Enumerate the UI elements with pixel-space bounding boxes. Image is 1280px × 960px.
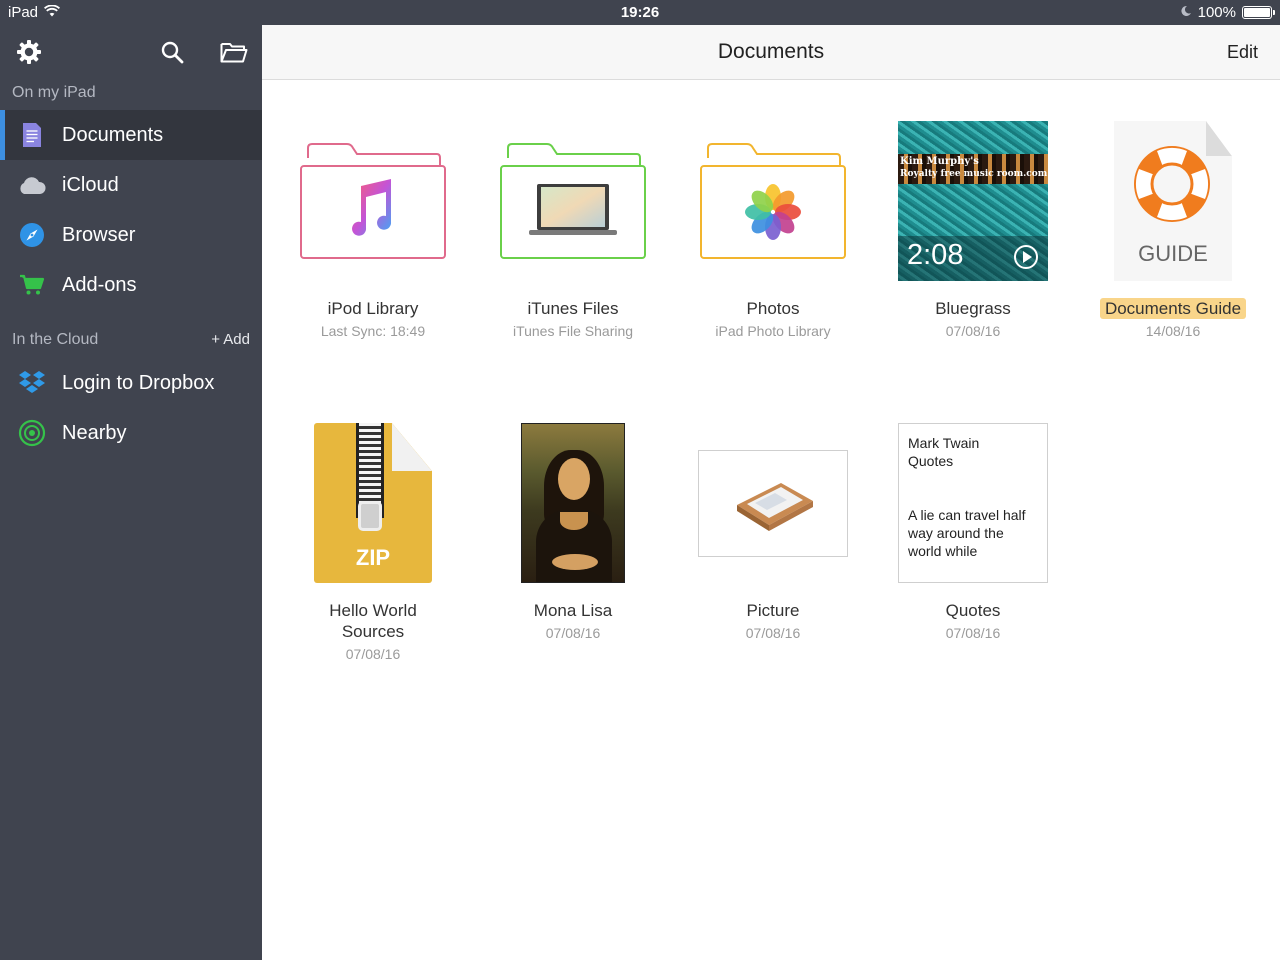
file-name: Bluegrass (935, 299, 1011, 318)
file-subtitle: 07/08/16 (545, 625, 601, 641)
sidebar-item-label: Login to Dropbox (62, 371, 215, 394)
file-name: Picture (746, 601, 800, 620)
battery-percent: 100% (1197, 4, 1236, 21)
status-time: 19:26 (620, 4, 660, 21)
cloud-icon (17, 170, 47, 200)
file-item-picture[interactable]: Picture 07/08/16 (673, 418, 873, 658)
sidebar: On my iPad Documents iCloud Browser Add-… (0, 25, 262, 960)
text-preview: Mark Twain Quotes A lie can travel half … (898, 423, 1048, 583)
text-preview-body: A lie can travel half way around the wor… (908, 507, 1026, 559)
navigation-bar: Documents Edit (262, 25, 1280, 80)
video-banner-line2: Royalty free music room.com (900, 169, 1048, 179)
sidebar-item-dropbox[interactable]: Login to Dropbox (0, 358, 262, 408)
file-item-quotes[interactable]: Mark Twain Quotes A lie can travel half … (873, 418, 1073, 658)
settings-gear-icon[interactable] (14, 37, 44, 67)
mona-lisa-painting (521, 423, 625, 583)
zip-icon: ZIP (273, 418, 473, 588)
file-item-photos[interactable]: Photos iPad Photo Library (673, 116, 873, 356)
play-icon[interactable] (1014, 245, 1038, 269)
file-item-bluegrass[interactable]: Kim Murphy's Royalty free music room.com… (873, 116, 1073, 356)
section-label-local: On my iPad (12, 84, 96, 101)
moon-icon (1180, 4, 1192, 21)
compass-icon (17, 220, 47, 250)
music-folder-icon (273, 116, 473, 286)
sidebar-item-label: Documents (62, 123, 164, 146)
main-content: Documents Edit iPod Library Last Sync: 1… (262, 25, 1280, 960)
text-preview-title: Mark Twain Quotes (908, 435, 980, 469)
zip-document: ZIP (314, 423, 432, 583)
file-subtitle: 14/08/16 (1145, 323, 1201, 339)
guide-doc-icon: GUIDE (1073, 116, 1273, 286)
sidebar-item-label: iCloud (62, 173, 119, 196)
video-thumbnail: Kim Murphy's Royalty free music room.com… (873, 116, 1073, 286)
sidebar-item-label: Add-ons (62, 273, 137, 296)
file-name: Hello World Sources (329, 601, 417, 641)
file-subtitle: 07/08/16 (745, 625, 801, 641)
laptop-folder-icon (473, 116, 673, 286)
edit-button[interactable]: Edit (1227, 42, 1258, 63)
video-preview: Kim Murphy's Royalty free music room.com… (898, 121, 1048, 281)
file-name: Mona Lisa (533, 601, 613, 620)
page-title: Documents (717, 40, 825, 63)
guide-document: GUIDE (1114, 121, 1232, 281)
file-subtitle: 07/08/16 (945, 323, 1001, 339)
file-subtitle: 07/08/16 (345, 646, 401, 662)
file-name: Documents Guide (1073, 298, 1273, 319)
status-right: 100% (1180, 4, 1275, 21)
add-cloud-button[interactable]: + Add (211, 331, 250, 348)
lifebuoy-icon (1134, 146, 1210, 222)
file-item-itunes-files[interactable]: iTunes Files iTunes File Sharing (473, 116, 673, 356)
file-name: Quotes (945, 601, 1001, 620)
zipper-pull (358, 501, 382, 531)
nearby-icon (17, 418, 47, 448)
guide-label: GUIDE (1138, 241, 1208, 266)
cart-icon (17, 270, 47, 300)
file-name: iTunes Files (527, 299, 619, 318)
file-subtitle: iPad Photo Library (715, 323, 831, 339)
text-thumbnail: Mark Twain Quotes A lie can travel half … (873, 418, 1073, 588)
photos-folder-icon (673, 116, 873, 286)
section-label-cloud: In the Cloud (12, 331, 99, 348)
picture-preview (698, 449, 848, 557)
status-bar: iPad 19:26 100% (0, 0, 1280, 25)
photo-tray-icon (737, 482, 813, 531)
sidebar-item-nearby[interactable]: Nearby (0, 408, 262, 458)
sidebar-item-label: Browser (62, 223, 136, 246)
dropbox-icon (17, 368, 47, 398)
file-item-hello-world-sources[interactable]: ZIP Hello World Sources 07/08/16 (273, 418, 473, 678)
sidebar-toolbar (0, 25, 262, 80)
search-icon[interactable] (157, 37, 187, 67)
file-name-text: Documents Guide (1099, 298, 1247, 319)
image-thumbnail (473, 418, 673, 588)
document-icon (17, 120, 47, 150)
picture-thumbnail (673, 418, 873, 588)
file-item-documents-guide[interactable]: GUIDE Documents Guide 14/08/16 (1073, 116, 1273, 356)
sidebar-item-addons[interactable]: Add-ons (0, 260, 262, 310)
sidebar-item-browser[interactable]: Browser (0, 210, 262, 260)
file-subtitle: 07/08/16 (945, 625, 1001, 641)
video-duration: 2:08 (907, 239, 964, 271)
page-fold (392, 423, 432, 471)
painting-hands (552, 554, 598, 570)
sidebar-item-documents[interactable]: Documents (0, 110, 262, 160)
video-banner-line1: Kim Murphy's (900, 156, 979, 167)
zip-label: ZIP (355, 545, 391, 570)
file-subtitle: iTunes File Sharing (512, 323, 634, 339)
painting-face (558, 458, 590, 500)
file-name: Photos (746, 299, 800, 318)
file-item-ipod-library[interactable]: iPod Library Last Sync: 18:49 (273, 116, 473, 356)
painting-chest (560, 512, 588, 530)
battery-icon (1242, 6, 1275, 19)
sidebar-item-label: Nearby (62, 421, 127, 444)
sidebar-item-icloud[interactable]: iCloud (0, 160, 262, 210)
file-name: iPod Library (327, 299, 419, 318)
file-subtitle: Last Sync: 18:49 (320, 323, 426, 339)
file-item-mona-lisa[interactable]: Mona Lisa 07/08/16 (473, 418, 673, 658)
new-folder-icon[interactable] (219, 37, 249, 67)
